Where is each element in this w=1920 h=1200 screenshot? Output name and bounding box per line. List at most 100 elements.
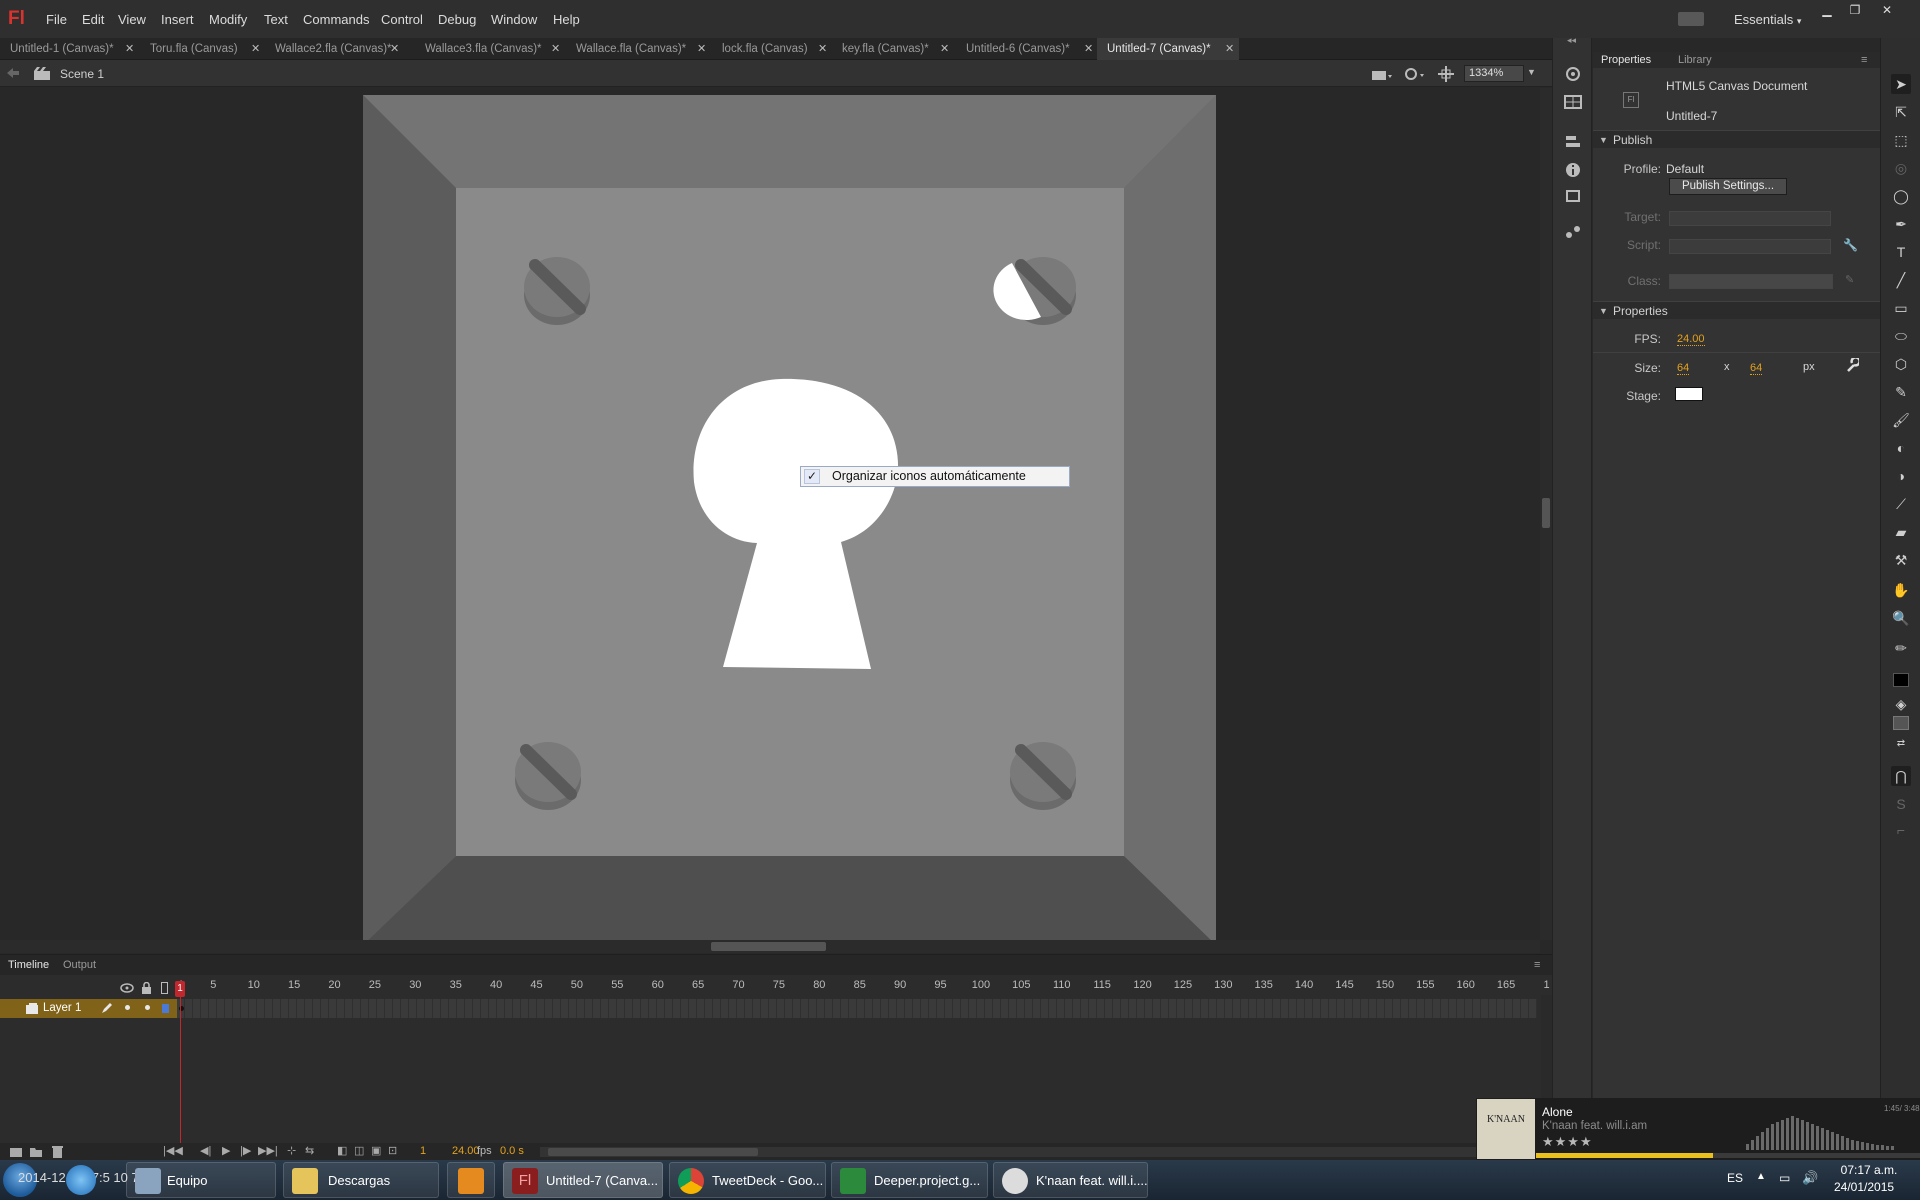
playhead[interactable]: 1: [175, 981, 185, 997]
info-icon[interactable]: [1564, 162, 1582, 178]
show-hidden-icons-icon[interactable]: ▲: [1756, 1171, 1766, 1182]
close-icon[interactable]: ✕: [390, 42, 399, 55]
scrollbar-thumb[interactable]: [711, 942, 826, 951]
pencil-tool-icon[interactable]: ✎: [1891, 382, 1911, 402]
back-arrow-icon[interactable]: [7, 68, 19, 78]
publish-section-header[interactable]: ▼ Publish: [1593, 130, 1880, 148]
outline-icon[interactable]: [161, 982, 168, 994]
rating-stars[interactable]: ★★★★: [1542, 1134, 1593, 1150]
hand-tool-icon[interactable]: ✋: [1891, 580, 1911, 600]
first-frame-icon[interactable]: |◀◀: [163, 1144, 183, 1157]
pen-tool-icon[interactable]: ✒: [1891, 214, 1911, 234]
taskbar-item-media[interactable]: [447, 1162, 495, 1198]
tab-library[interactable]: Library: [1678, 54, 1712, 66]
new-layer-icon[interactable]: [10, 1146, 22, 1157]
vertical-scrollbar[interactable]: [1540, 88, 1552, 940]
doc-tab[interactable]: Untitled-6 (Canvas)* ✕: [956, 38, 1098, 60]
taskbar-item-chrome[interactable]: TweetDeck - Goo...: [669, 1162, 826, 1198]
properties-section-header[interactable]: ▼ Properties: [1593, 301, 1880, 319]
scrollbar-thumb[interactable]: [1542, 498, 1550, 528]
edit-symbols-icon[interactable]: [1404, 66, 1426, 81]
fill-color-swatch[interactable]: [1893, 716, 1909, 730]
menu-help[interactable]: Help: [553, 12, 580, 27]
taskbar-item-equipo[interactable]: Equipo: [126, 1162, 276, 1198]
brush-tool-icon[interactable]: 🖌: [1891, 410, 1911, 430]
panel-menu-icon[interactable]: ≡: [1534, 959, 1540, 971]
fill-color-icon[interactable]: ◈: [1891, 694, 1911, 714]
center-stage-icon[interactable]: [1438, 66, 1454, 82]
play-icon[interactable]: ▶: [222, 1144, 230, 1157]
sync-settings-icon[interactable]: [1678, 12, 1704, 26]
edit-scene-icon[interactable]: [1372, 67, 1394, 80]
wrench-icon[interactable]: 🔧: [1843, 238, 1858, 252]
doc-tab[interactable]: Untitled-1 (Canvas)* ✕: [0, 38, 136, 60]
motion-presets-icon[interactable]: [1564, 66, 1582, 82]
tab-properties[interactable]: Properties: [1601, 54, 1651, 66]
menu-text[interactable]: Text: [264, 12, 288, 27]
snap-to-objects-icon[interactable]: ⋂: [1891, 766, 1911, 786]
outline-color-swatch[interactable]: [162, 1004, 169, 1013]
taskbar-item-music[interactable]: K'naan feat. will.i....: [993, 1162, 1148, 1198]
modify-markers-icon[interactable]: ⊡: [388, 1144, 397, 1157]
last-frame-icon[interactable]: ▶▶|: [258, 1144, 278, 1157]
lock-dot[interactable]: [145, 1005, 150, 1010]
visibility-dot[interactable]: [125, 1005, 130, 1010]
taskbar-item-flash[interactable]: Fl Untitled-7 (Canva...: [503, 1162, 663, 1198]
script-dropdown[interactable]: [1669, 239, 1831, 254]
doc-tab[interactable]: Wallace.fla (Canvas)* ✕: [566, 38, 714, 60]
frames-row[interactable]: [177, 999, 1537, 1018]
eye-icon[interactable]: [120, 983, 134, 993]
taskbar-item-deeper[interactable]: Deeper.project.g...: [831, 1162, 988, 1198]
close-icon[interactable]: ✕: [818, 42, 827, 55]
loop-icon[interactable]: ⇆: [305, 1144, 314, 1157]
trash-icon[interactable]: [52, 1146, 63, 1158]
doc-tab[interactable]: Wallace2.fla (Canvas)* ✕: [265, 38, 401, 60]
free-transform-tool-icon[interactable]: ⬚: [1891, 130, 1911, 150]
clock-time[interactable]: 07:17 a.m.: [1838, 1163, 1900, 1177]
edit-pencil-icon[interactable]: ✎: [1845, 273, 1854, 286]
menu-view[interactable]: View: [118, 12, 146, 27]
doc-tab-active[interactable]: Untitled-7 (Canvas)* ✕: [1097, 38, 1239, 60]
horizontal-scrollbar[interactable]: [0, 940, 1540, 953]
menu-edit[interactable]: Edit: [82, 12, 104, 27]
taskbar-item-descargas[interactable]: Descargas: [283, 1162, 439, 1198]
stroke-color-icon[interactable]: ✏: [1891, 638, 1911, 658]
playhead-line[interactable]: [180, 981, 181, 1161]
prev-frame-icon[interactable]: ◀|: [200, 1144, 211, 1157]
paint-bucket-tool-icon[interactable]: ◐: [1891, 438, 1911, 458]
grid-panel-icon[interactable]: [1564, 94, 1582, 110]
text-tool-icon[interactable]: T: [1891, 242, 1911, 262]
stroke-color-swatch[interactable]: [1893, 673, 1909, 687]
minimize-button[interactable]: ▁: [1818, 3, 1836, 17]
close-icon[interactable]: ✕: [1225, 42, 1234, 55]
layer-row[interactable]: Layer 1: [0, 999, 177, 1018]
eraser-tool-icon[interactable]: ▰: [1891, 522, 1911, 542]
components-icon[interactable]: [1564, 224, 1582, 240]
language-indicator[interactable]: ES: [1727, 1171, 1743, 1185]
frame-ruler[interactable]: 1510152025303540455055606570758085909510…: [177, 979, 1550, 995]
menu-window[interactable]: Window: [491, 12, 537, 27]
close-icon[interactable]: ✕: [940, 42, 949, 55]
line-tool-icon[interactable]: ╱: [1891, 270, 1911, 290]
volume-icon[interactable]: 🔊: [1802, 1170, 1818, 1186]
onion-skin-icon[interactable]: ◧: [337, 1144, 347, 1157]
workspace-switcher[interactable]: Essentials ▾: [1734, 12, 1801, 27]
zoom-tool-icon[interactable]: 🔍: [1891, 608, 1911, 628]
doc-tab[interactable]: lock.fla (Canvas) ✕: [712, 38, 836, 60]
transform-panel-icon[interactable]: [1564, 188, 1582, 204]
menu-modify[interactable]: Modify: [209, 12, 247, 27]
subselection-tool-icon[interactable]: ⇱: [1891, 102, 1911, 122]
menu-commands[interactable]: Commands: [303, 12, 369, 27]
close-window-button[interactable]: ✕: [1878, 3, 1896, 17]
close-icon[interactable]: ✕: [551, 42, 560, 55]
zoom-field[interactable]: 1334%: [1464, 65, 1524, 82]
class-field[interactable]: [1669, 274, 1833, 289]
track-progress-bar[interactable]: [1536, 1153, 1920, 1158]
wrench-icon[interactable]: [1845, 358, 1859, 372]
swap-colors-icon[interactable]: ⇄: [1891, 734, 1911, 754]
lasso-tool-icon[interactable]: ◯: [1891, 186, 1911, 206]
chevron-down-icon[interactable]: ▼: [1527, 67, 1536, 77]
scrollbar-thumb[interactable]: [548, 1148, 758, 1156]
tab-output[interactable]: Output: [63, 959, 96, 971]
menu-file[interactable]: File: [46, 12, 67, 27]
